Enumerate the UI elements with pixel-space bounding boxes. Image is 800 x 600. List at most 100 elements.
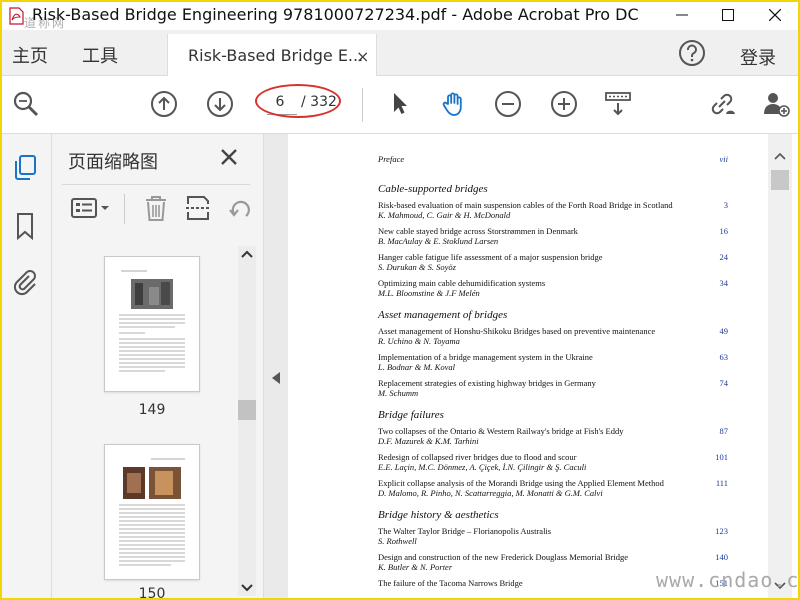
toc-entry-authors: S. Durukan & S. Soyöz (378, 262, 456, 272)
title-bar: 道称网 Risk-Based Bridge Engineering 978100… (2, 2, 798, 30)
toc-entry-page[interactable]: 87 (720, 426, 729, 436)
thumbnails-panel: 页面缩略图 149 150 (52, 134, 264, 600)
toc-entry-title: Design and construction of the new Frede… (378, 552, 628, 562)
help-icon[interactable] (678, 39, 706, 67)
toc-entry-page[interactable]: 63 (720, 352, 729, 362)
panel-collapse-gutter[interactable] (264, 134, 288, 598)
zoom-in-icon[interactable] (550, 90, 578, 118)
toc-entry-title: Redesign of collapsed river bridges due … (378, 452, 577, 462)
zoom-out-icon[interactable] (494, 90, 522, 118)
collapse-left-icon[interactable] (272, 372, 280, 384)
hand-tool-icon[interactable] (440, 90, 468, 118)
page-thumbnail-label: 149 (138, 402, 166, 418)
toc-entry-page[interactable]: 3 (724, 200, 728, 210)
thumbnails-title: 页面缩略图 (68, 152, 158, 173)
toc-entry-title: Explicit collapse analysis of the Morand… (378, 478, 664, 488)
scroll-up-icon[interactable] (241, 250, 253, 258)
toc-entry-title: Risk-based evaluation of main suspension… (378, 200, 673, 210)
delete-page-icon[interactable] (142, 194, 170, 222)
toc-entry-page[interactable]: 101 (715, 452, 728, 462)
panel-divider (62, 184, 250, 185)
document-scrollbar[interactable] (768, 134, 792, 598)
extract-pages-icon[interactable] (184, 194, 212, 222)
undo-rotate-icon[interactable] (226, 194, 254, 222)
toc-entry[interactable]: Risk-based evaluation of main suspension… (378, 200, 728, 220)
toc-entry-page[interactable]: 16 (720, 226, 729, 236)
toc-entry-page[interactable]: 111 (716, 478, 728, 488)
page-thumbnail-label: 150 (138, 586, 166, 600)
toc-entry-authors: S. Rothwell (378, 536, 417, 546)
toc-entry-title: Implementation of a bridge management sy… (378, 352, 593, 362)
toc-entry[interactable]: Replacement strategies of existing highw… (378, 378, 728, 398)
toc-entry-title: Optimizing main cable dehumidification s… (378, 278, 546, 288)
login-button[interactable]: 登录 (740, 44, 776, 70)
scroll-up-icon[interactable] (774, 152, 786, 160)
toc-entry-authors: M. Schumm (378, 388, 419, 398)
toc-entry[interactable]: Optimizing main cable dehumidification s… (378, 278, 728, 298)
close-panel-icon[interactable] (218, 146, 240, 168)
toc-entry-authors: R. Uchino & N. Toyama (378, 336, 460, 346)
acrobat-app-icon (9, 7, 24, 25)
add-user-icon[interactable] (762, 90, 790, 118)
toc-entry-page[interactable]: 123 (715, 526, 728, 536)
close-window-button[interactable] (752, 2, 798, 28)
select-cursor-icon[interactable] (386, 90, 414, 118)
thumbnail-scrollbar[interactable] (238, 246, 256, 596)
search-zoom-icon[interactable] (12, 90, 40, 118)
navigation-pane (2, 134, 52, 598)
toc-entry[interactable]: New cable stayed bridge across Storstrøm… (378, 226, 728, 246)
toc-entry[interactable]: The Walter Taylor Bridge – Florianopolis… (378, 526, 728, 546)
attachment-icon[interactable] (12, 268, 38, 296)
toc-entry-authors: L. Bodnar & M. Koval (378, 362, 455, 372)
page-thumbnail[interactable] (104, 444, 200, 580)
page-thumbnail[interactable] (104, 256, 200, 392)
toc-entry-page[interactable]: 49 (720, 326, 729, 336)
toc-entry[interactable]: Explicit collapse analysis of the Morand… (378, 478, 728, 498)
toc-preface-page[interactable]: vii (720, 154, 729, 164)
toc-entry-title: Replacement strategies of existing highw… (378, 378, 596, 388)
toc-section-heading: Cable-supported bridges (378, 183, 488, 195)
toc-entry-authors: K. Mahmoud, C. Gair & H. McDonald (378, 210, 511, 220)
toc-entry-page[interactable]: 74 (720, 378, 729, 388)
toc-section-heading: Bridge history & aesthetics (378, 509, 499, 521)
toc-entry-page[interactable]: 140 (715, 552, 728, 562)
menu-tools[interactable]: 工具 (82, 42, 118, 68)
toc-entry-page[interactable]: 24 (720, 252, 729, 262)
toc-entry-title: Hanger cable fatigue life assessment of … (378, 252, 603, 262)
maximize-button[interactable] (705, 2, 751, 28)
toc-entry[interactable]: Implementation of a bridge management sy… (378, 352, 728, 372)
window-title: Risk-Based Bridge Engineering 9781000727… (32, 5, 639, 24)
next-page-icon[interactable] (206, 90, 234, 118)
document-tab[interactable]: Risk-Based Bridge E... × (167, 34, 377, 77)
toolbar: / 332 (2, 76, 798, 134)
previous-page-icon[interactable] (150, 90, 178, 118)
page-thumbnail-preview-150 (119, 458, 185, 566)
minimize-button[interactable] (659, 2, 705, 28)
toc-preface[interactable]: Preface vii (378, 154, 728, 164)
highlight-ring (255, 84, 341, 118)
scrollbar-thumb[interactable] (771, 170, 789, 190)
scrollbar-thumb[interactable] (238, 400, 256, 420)
toc-entry[interactable]: Hanger cable fatigue life assessment of … (378, 252, 728, 272)
toc-entry[interactable]: Two collapses of the Ontario & Western R… (378, 426, 728, 446)
toc-entry-authors: E.E. Laçin, M.C. Dönmez, A. Çiçek, İ.N. … (378, 462, 587, 472)
toc-entry-authors: D.F. Mazurek & K.M. Tarhini (378, 436, 479, 446)
share-link-icon[interactable] (708, 90, 736, 118)
thumbnail-options-icon[interactable] (70, 194, 112, 222)
thumbnail-toolbar-separator (124, 194, 125, 224)
page-display-icon[interactable] (604, 90, 632, 118)
document-view[interactable]: Preface vii Cable-supported bridges Risk-… (288, 134, 768, 598)
watermark-bottom: www.cndao.com (656, 568, 800, 592)
toc-entry-authors: B. MacAulay & E. Stoklund Larsen (378, 236, 499, 246)
tab-close-button[interactable]: × (356, 47, 369, 66)
toc-entry-page[interactable]: 34 (720, 278, 729, 288)
toc-section-heading: Asset management of bridges (378, 309, 508, 321)
menu-home[interactable]: 主页 (12, 42, 48, 68)
minimize-icon (676, 14, 688, 16)
toc-entry[interactable]: Asset management of Honshu-Shikoku Bridg… (378, 326, 728, 346)
toc-entry[interactable]: Redesign of collapsed river bridges due … (378, 452, 728, 472)
page-thumbnails-icon[interactable] (12, 154, 38, 182)
scroll-down-icon[interactable] (241, 584, 253, 592)
bookmark-icon[interactable] (12, 212, 38, 240)
document-tab-label: Risk-Based Bridge E... (188, 46, 364, 65)
